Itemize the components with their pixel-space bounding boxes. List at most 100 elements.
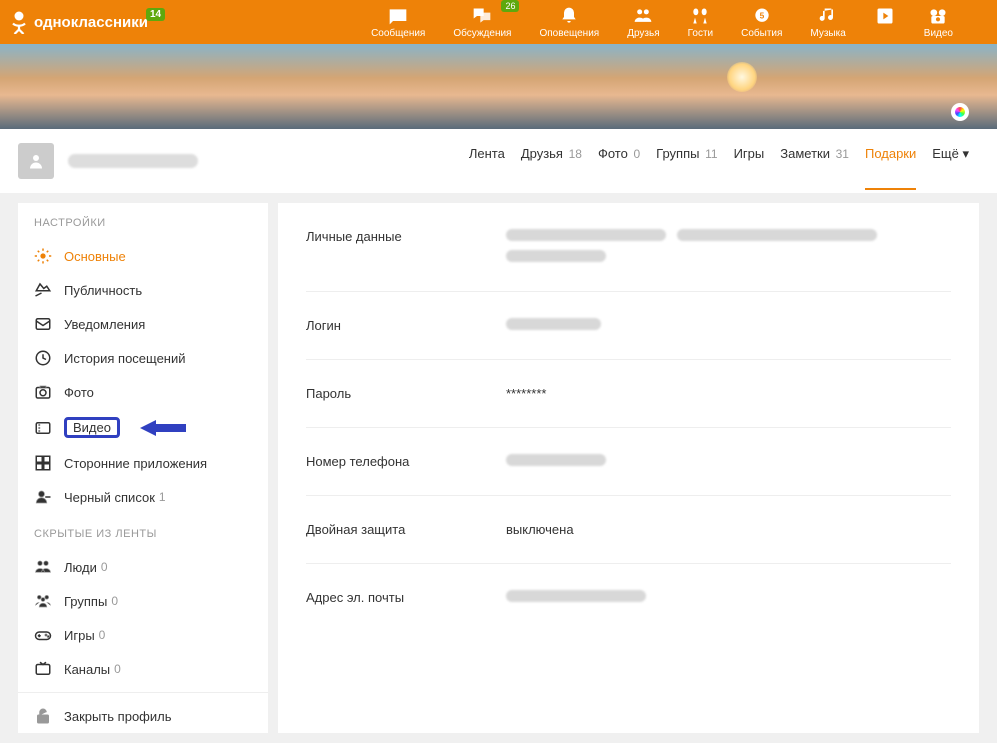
logo[interactable]: одноклассники 14 <box>10 10 167 34</box>
settings-value-cell <box>506 454 951 469</box>
sidebar-item-notifications-settings[interactable]: Уведомления <box>18 307 268 341</box>
sidebar-item-apps[interactable]: Сторонние приложения <box>18 446 268 480</box>
tab-Ещё ▾[interactable]: Ещё ▾ <box>932 146 969 176</box>
sidebar-item-label: Сторонние приложения <box>64 456 207 471</box>
tab-Друзья[interactable]: Друзья 18 <box>521 146 582 176</box>
tab-count: 31 <box>836 147 849 161</box>
close-profile-label: Закрыть профиль <box>64 709 172 724</box>
guests-icon <box>689 6 711 26</box>
sidebar-item-label: История посещений <box>64 351 186 366</box>
nav-friends[interactable]: Друзья <box>613 2 673 43</box>
settings-row[interactable]: Личные данные <box>306 203 951 292</box>
settings-value-cell: ******** <box>506 386 951 401</box>
theme-picker-icon[interactable] <box>951 103 969 121</box>
tab-label: Группы <box>656 146 699 161</box>
sidebar-item-label: Люди <box>64 560 97 575</box>
nav-label: События <box>741 28 782 39</box>
sidebar-heading-settings: НАСТРОЙКИ <box>18 203 268 239</box>
settings-label: Номер телефона <box>306 454 506 469</box>
tab-Игры[interactable]: Игры <box>734 146 765 176</box>
sidebar-item-blacklist[interactable]: Черный список1 <box>18 480 268 514</box>
sidebar-item-hidden-games[interactable]: Игры0 <box>18 618 268 652</box>
nav-video[interactable]: Видео <box>910 2 967 43</box>
close-profile[interactable]: Закрыть профиль <box>18 692 268 733</box>
avatar[interactable] <box>18 143 54 179</box>
apps-icon <box>34 454 52 472</box>
video-icon <box>927 6 949 26</box>
notifications-settings-icon <box>34 315 52 333</box>
tab-label: Друзья <box>521 146 563 161</box>
tab-Группы[interactable]: Группы 11 <box>656 146 717 176</box>
sidebar-item-count: 1 <box>159 490 166 504</box>
tab-label: Фото <box>598 146 628 161</box>
nav-label: Друзья <box>627 28 659 39</box>
settings-value: ******** <box>506 386 546 401</box>
settings-row[interactable]: Пароль******** <box>306 360 951 428</box>
sidebar-item-general[interactable]: Основные <box>18 239 268 273</box>
arrow-left-icon <box>138 418 198 438</box>
settings-row[interactable]: Логин <box>306 292 951 360</box>
nav-notifications[interactable]: Оповещения <box>525 2 613 43</box>
tab-count: 11 <box>705 147 717 161</box>
sidebar-item-label: Видео <box>64 417 120 438</box>
settings-row[interactable]: Адрес эл. почты <box>306 564 951 631</box>
hidden-people-icon <box>34 558 52 576</box>
sidebar-item-label: Основные <box>64 249 126 264</box>
sidebar-item-label: Фото <box>64 385 94 400</box>
music-icon <box>817 6 839 26</box>
nav-label: Сообщения <box>371 28 425 39</box>
photo-settings-icon <box>34 383 52 401</box>
settings-label: Логин <box>306 318 506 333</box>
play-icon <box>874 6 896 26</box>
nav-play[interactable] <box>860 2 910 43</box>
settings-main: Личные данные Логин Пароль******** Номер т… <box>278 203 979 733</box>
tab-label: Лента <box>469 146 505 161</box>
nav-music[interactable]: Музыка <box>796 2 859 43</box>
sidebar-item-label: Игры <box>64 628 95 643</box>
tab-label: Ещё ▾ <box>932 146 969 161</box>
sidebar-item-hidden-channels[interactable]: Каналы0 <box>18 652 268 686</box>
tab-Подарки[interactable]: Подарки <box>865 146 916 190</box>
tab-Лента[interactable]: Лента <box>469 146 505 176</box>
sidebar-item-video-settings[interactable]: Видео <box>18 409 268 446</box>
sidebar-item-label: Публичность <box>64 283 142 298</box>
settings-value-cell <box>506 590 951 605</box>
notifications-icon <box>558 6 580 26</box>
blacklist-icon <box>34 488 52 506</box>
user-icon <box>27 152 45 170</box>
sidebar-item-count: 0 <box>114 662 121 676</box>
svg-text:5: 5 <box>759 10 764 20</box>
settings-row[interactable]: Двойная защитавыключена <box>306 496 951 564</box>
nav-discussions[interactable]: 26Обсуждения <box>439 2 525 43</box>
nav-label: Оповещения <box>539 28 599 39</box>
sidebar-item-history[interactable]: История посещений <box>18 341 268 375</box>
profile-tabs: Лента Друзья 18 Фото 0 Группы 11 Игры Заметки… <box>469 146 979 176</box>
hidden-games-icon <box>34 626 52 644</box>
nav-guests[interactable]: Гости <box>674 2 727 43</box>
nav-label: Музыка <box>810 28 845 39</box>
settings-row[interactable]: Номер телефона <box>306 428 951 496</box>
nav-label: Гости <box>688 28 713 39</box>
sidebar-item-hidden-groups[interactable]: Группы 0 <box>18 584 268 618</box>
settings-value: выключена <box>506 522 574 537</box>
sidebar-item-count: 0 <box>111 594 118 608</box>
tab-Фото[interactable]: Фото 0 <box>598 146 640 176</box>
settings-value-cell: выключена <box>506 522 951 537</box>
sidebar-item-photo-settings[interactable]: Фото <box>18 375 268 409</box>
tab-Заметки[interactable]: Заметки 31 <box>780 146 849 176</box>
events-icon: 5 <box>751 6 773 26</box>
settings-value-cell <box>506 229 951 265</box>
hidden-groups-icon <box>34 592 52 610</box>
history-icon <box>34 349 52 367</box>
sidebar-item-label: Группы <box>64 594 107 609</box>
nav-label: Обсуждения <box>453 28 511 39</box>
settings-label: Адрес эл. почты <box>306 590 506 605</box>
sidebar-item-privacy[interactable]: Публичность <box>18 273 268 307</box>
sidebar-item-hidden-people[interactable]: Люди0 <box>18 550 268 584</box>
ok-logo-icon <box>10 10 28 34</box>
tab-count: 0 <box>633 147 640 161</box>
nav-messages[interactable]: Сообщения <box>357 2 439 43</box>
content: НАСТРОЙКИ Основные Публичность Уведомления… <box>0 193 997 743</box>
nav-events[interactable]: 5 События <box>727 2 796 43</box>
profile-bar: Лента Друзья 18 Фото 0 Группы 11 Игры Заметки… <box>0 129 997 193</box>
